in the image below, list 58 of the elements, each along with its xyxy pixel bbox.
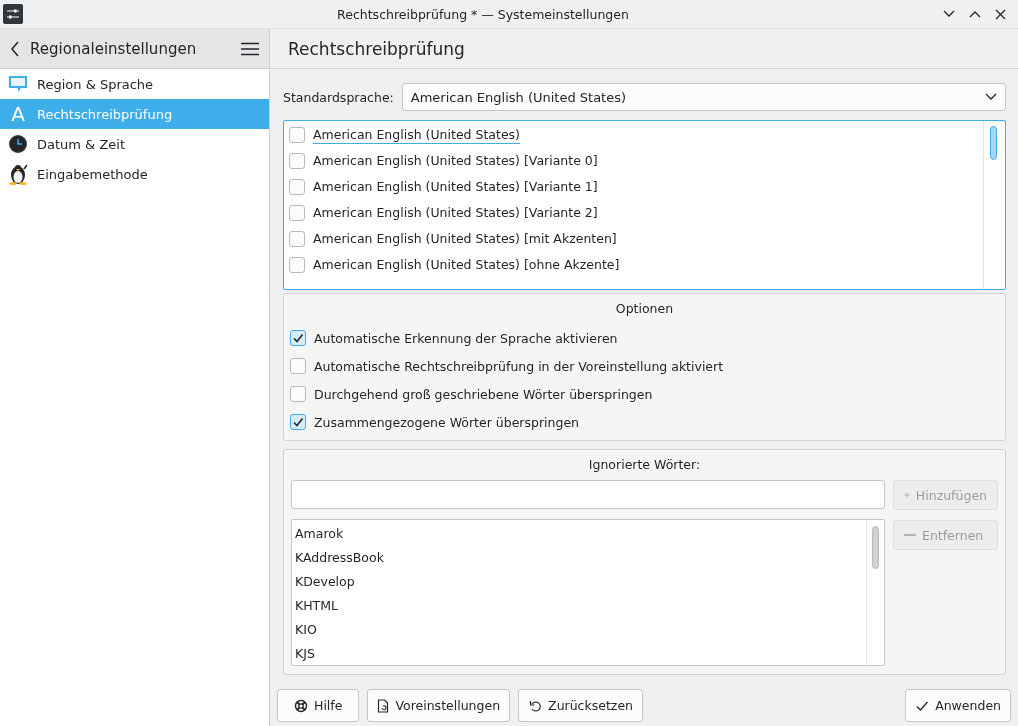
word-input-field[interactable] [291,480,885,509]
defaults-button[interactable]: Voreinstellungen [367,689,511,722]
clock-icon [8,134,28,154]
word-item[interactable]: KAddressBook [295,545,866,569]
letter-icon: A [8,104,28,124]
speech-bubble-icon [8,74,28,94]
checkbox[interactable] [290,330,306,346]
sidebar-item[interactable]: Eingabemethode [0,159,269,189]
checkbox[interactable] [289,257,305,273]
help-button[interactable]: Hilfe [277,689,360,722]
close-icon[interactable] [995,8,1006,20]
dictionary-label: American English (United States) [Variante 2] [313,205,598,221]
sidebar-title: Regionaleinstellungen [30,39,198,58]
option-label: Automatische Erkennung der Sprache aktivieren [314,330,618,346]
option-label: Automatische Rechtschreibprüfung in der Voreinstellung aktiviert [314,358,724,374]
checkbox[interactable] [289,205,305,221]
penguin-icon [8,163,28,185]
word-item[interactable]: KJS [295,641,866,665]
sidebar-item[interactable]: Region & Sprache [0,69,269,99]
field-label: Standardsprache: [283,89,394,105]
app-icon [3,4,23,24]
menu-icon[interactable] [241,41,259,56]
undo-icon [528,698,543,713]
scrollbar-handle[interactable] [872,526,879,569]
group-title: Ignorierte Wörter: [587,456,702,473]
dictionary-label: American English (United States) [Variante 1] [313,179,598,195]
reset-button[interactable]: Zurücksetzen [518,689,643,722]
word-item[interactable]: Amarok [295,521,866,545]
checkbox[interactable] [290,386,306,402]
apply-button[interactable]: Anwenden [905,689,1011,722]
option-label: Durchgehend groß geschriebene Wörter überspringen [314,386,653,402]
chevron-down-icon [985,93,997,101]
group-title: Optionen [614,300,675,316]
dictionary-label: American English (United States) [ohne Akzente] [313,257,620,273]
word-item[interactable]: KHTML [295,593,866,617]
language-dropdown[interactable]: American English (United States) [401,83,1006,111]
checkbox[interactable] [289,127,305,143]
checkbox[interactable] [289,179,305,195]
window-title: Rechtschreibprüfung * — Systemeinstellungen [336,6,630,22]
plus-icon [904,489,910,501]
back-icon[interactable] [10,40,20,57]
checkbox[interactable] [290,414,306,430]
option-label: Zusammengezogene Wörter überspringen [314,414,579,430]
minimize-icon[interactable] [943,10,955,18]
checkbox[interactable] [289,153,305,169]
word-item[interactable]: KDevelop [295,569,866,593]
checkbox[interactable] [289,231,305,247]
dictionary-label: American English (United States) [mit Akzenten] [313,231,617,247]
document-icon [377,698,390,713]
page-title: Rechtschreibprüfung [288,38,465,59]
word-item[interactable]: KIO [295,617,866,641]
checkbox[interactable] [290,358,306,374]
dictionary-label: American English (United States) [Variante 0] [313,153,598,169]
sidebar-item[interactable]: Datum & Zeit [0,129,269,159]
scrollbar-handle[interactable] [990,126,997,160]
maximize-icon[interactable] [969,10,981,18]
dictionary-label: American English (United States) [313,126,520,144]
lifebuoy-icon [294,698,308,713]
